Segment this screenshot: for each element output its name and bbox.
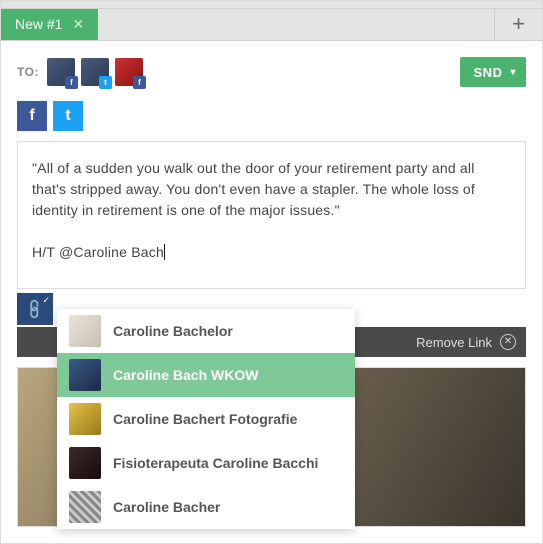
autocomplete-item-label: Caroline Bach WKOW <box>113 367 258 383</box>
tab-new-1[interactable]: New #1 ✕ <box>1 9 98 40</box>
facebook-icon: f <box>65 76 78 89</box>
link-icon[interactable]: 🔗✓ <box>17 293 53 325</box>
compose-content: TO: f t f SND ▾ f <box>1 41 542 543</box>
send-button[interactable]: SND ▾ <box>460 57 526 87</box>
remove-link-icon[interactable]: ✕ <box>500 334 516 350</box>
avatar <box>69 491 101 523</box>
twitter-icon: t <box>99 76 112 89</box>
autocomplete-item-label: Fisioterapeuta Caroline Bacchi <box>113 455 318 471</box>
recipient-chip[interactable]: t <box>81 58 109 86</box>
to-label: TO: <box>17 65 39 79</box>
send-button-label: SND <box>474 65 503 80</box>
window-titlebar <box>1 1 542 9</box>
to-row: TO: f t f SND ▾ <box>17 57 526 87</box>
autocomplete-item[interactable]: Fisioterapeuta Caroline Bacchi <box>57 441 355 485</box>
autocomplete-item[interactable]: Caroline Bacher <box>57 485 355 529</box>
autocomplete-item-label: Caroline Bachert Fotografie <box>113 411 297 427</box>
autocomplete-item[interactable]: Caroline Bachert Fotografie <box>57 397 355 441</box>
compose-textarea[interactable]: "All of a sudden you walk out the door o… <box>17 141 526 289</box>
chevron-down-icon: ▾ <box>510 67 516 78</box>
text-cursor <box>164 244 165 260</box>
compose-panel: New #1 ✕ + TO: f t f <box>0 0 543 544</box>
platform-facebook-button[interactable]: f <box>17 101 47 131</box>
recipient-list: f t f <box>47 58 143 86</box>
tabs-row: New #1 ✕ + <box>1 9 542 41</box>
avatar <box>69 403 101 435</box>
tab-label: New #1 <box>15 16 62 32</box>
autocomplete-item[interactable]: Caroline Bachelor <box>57 309 355 353</box>
platform-twitter-button[interactable]: t <box>53 101 83 131</box>
facebook-icon: f <box>133 76 146 89</box>
new-tab-button[interactable]: + <box>494 9 542 40</box>
recipient-chip[interactable]: f <box>47 58 75 86</box>
remove-link-label: Remove Link <box>416 335 492 350</box>
compose-ht-text: H/T @Caroline Bach <box>32 244 164 260</box>
autocomplete-item-label: Caroline Bacher <box>113 499 220 515</box>
mention-autocomplete: Caroline Bachelor Caroline Bach WKOW Car… <box>57 309 355 529</box>
recipient-chip[interactable]: f <box>115 58 143 86</box>
compose-body-text: "All of a sudden you walk out the door o… <box>32 158 511 221</box>
autocomplete-item-label: Caroline Bachelor <box>113 323 233 339</box>
autocomplete-item[interactable]: Caroline Bach WKOW <box>57 353 355 397</box>
avatar <box>69 315 101 347</box>
avatar <box>69 359 101 391</box>
avatar <box>69 447 101 479</box>
platform-row: f t <box>17 101 526 131</box>
close-icon[interactable]: ✕ <box>72 16 84 33</box>
